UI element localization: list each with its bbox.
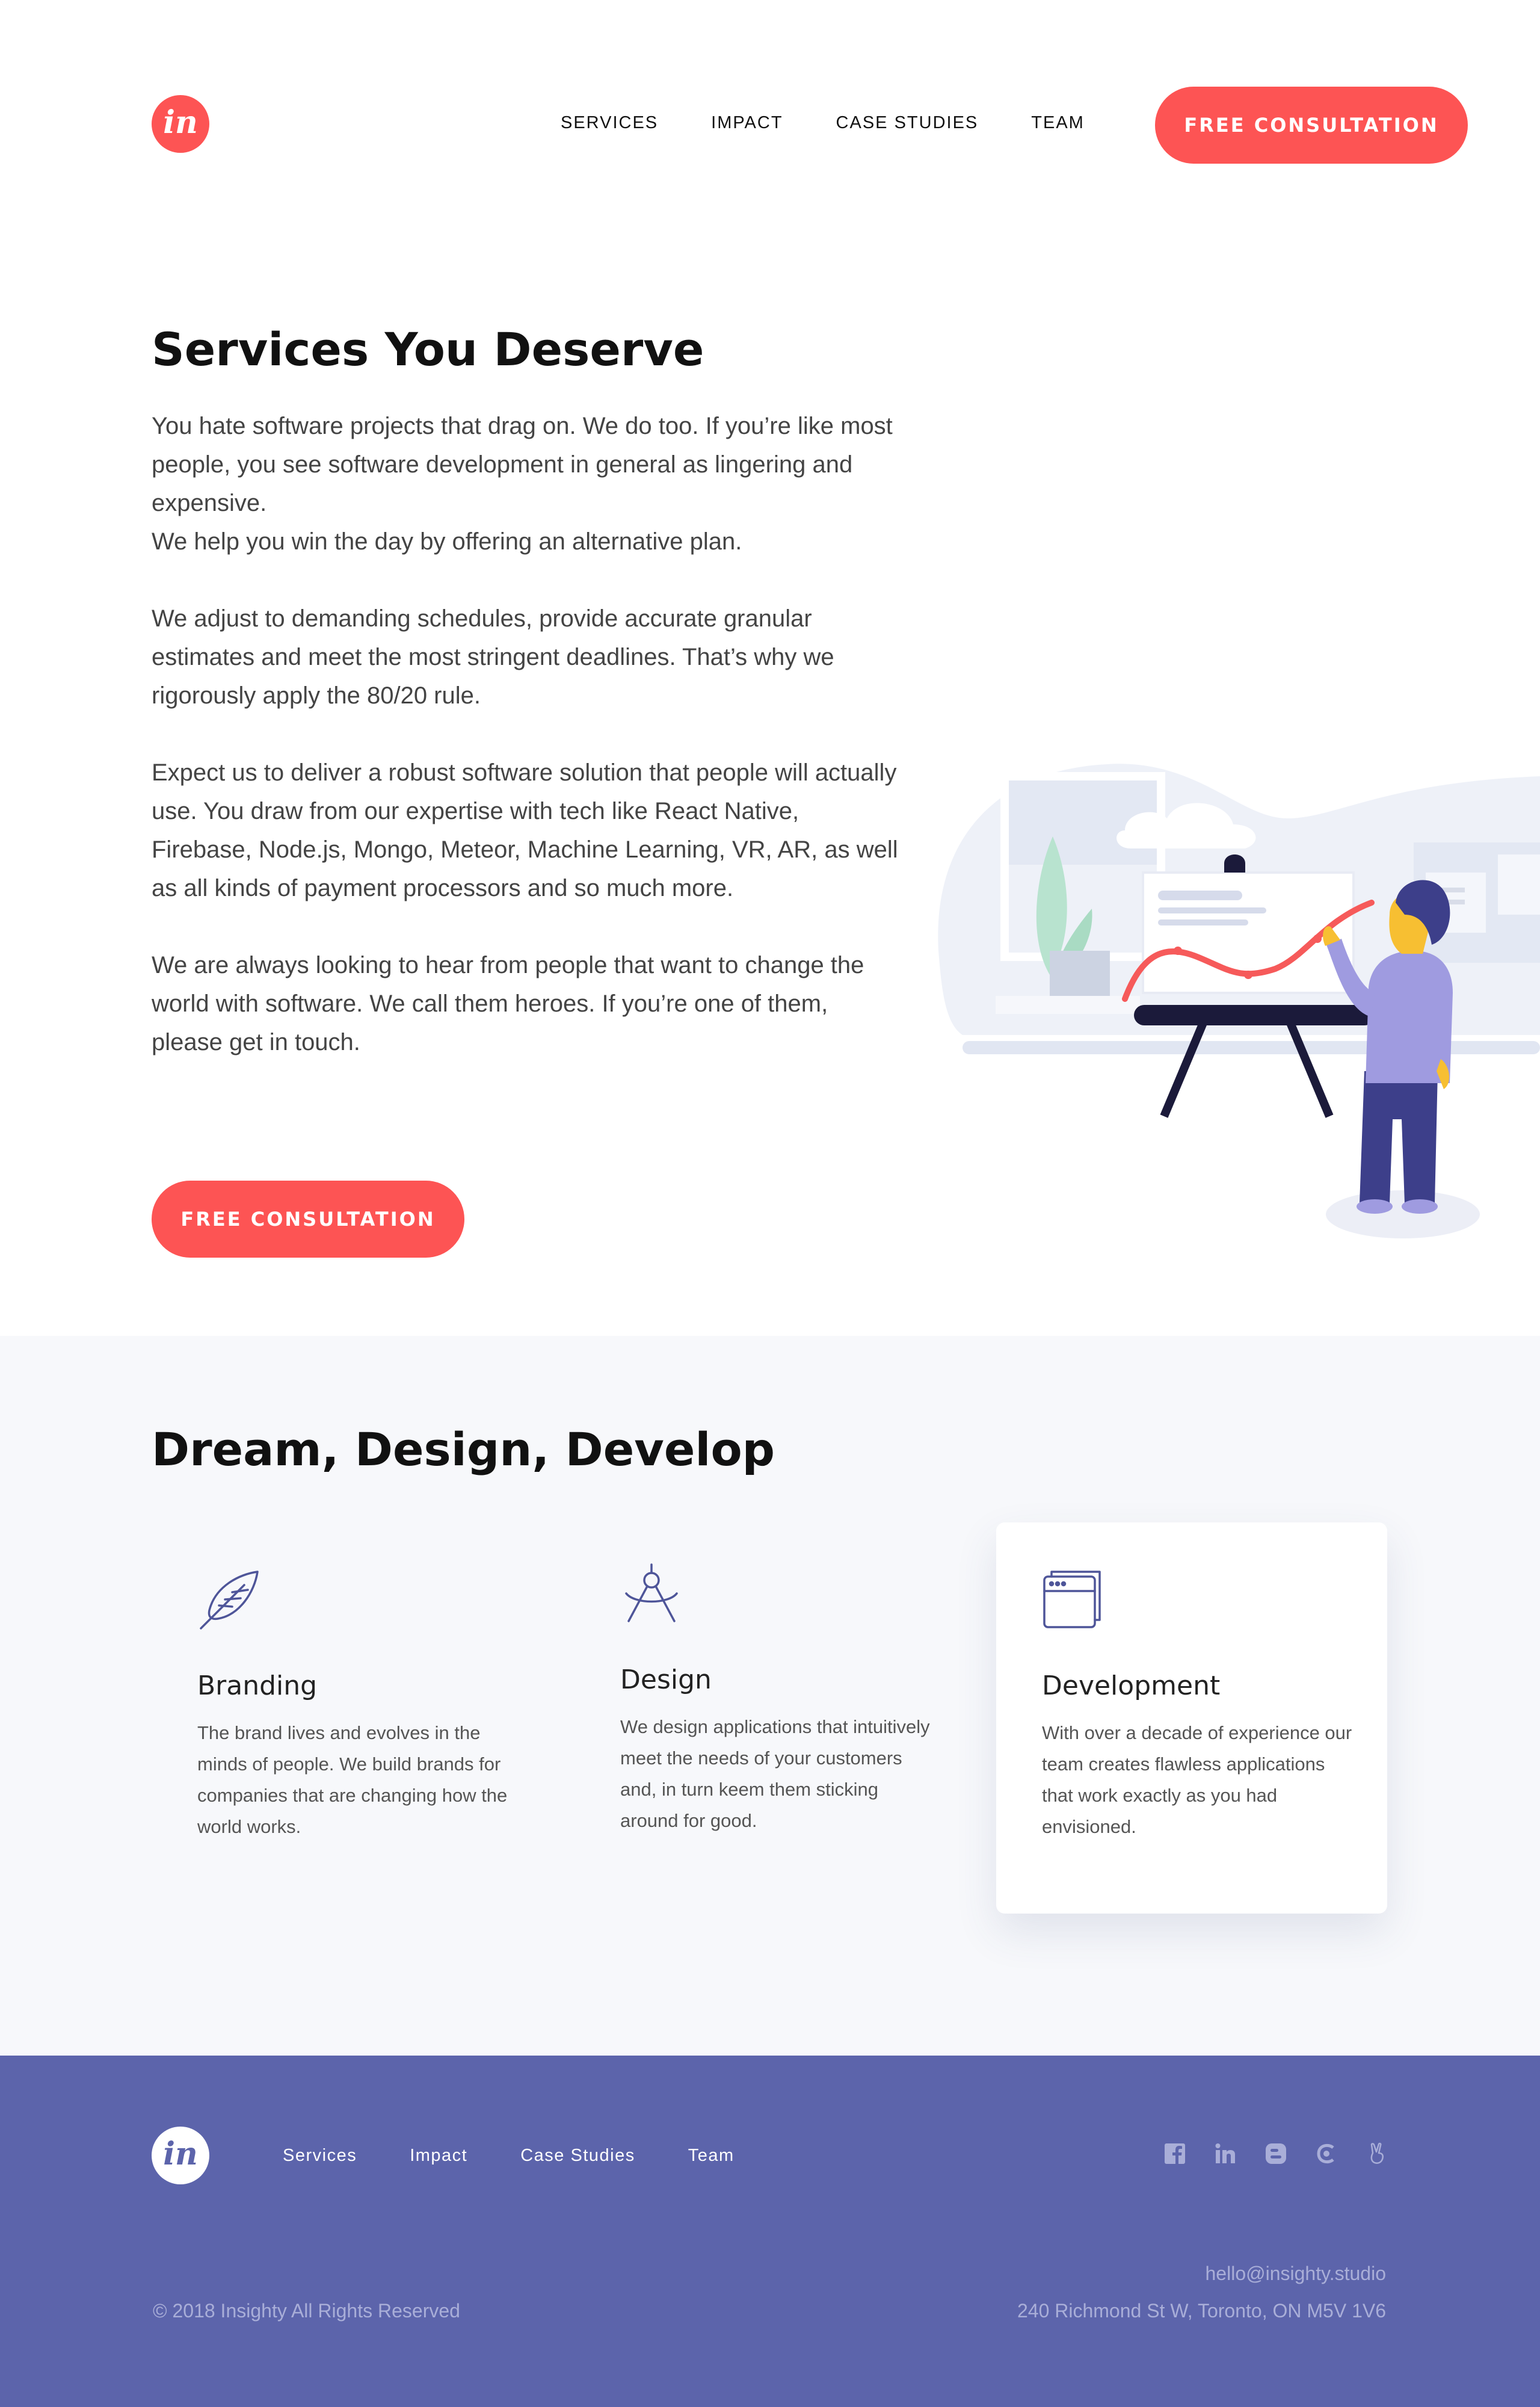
insighty-logo[interactable]: in: [152, 95, 209, 153]
service-card-design[interactable]: Design We design applications that intui…: [574, 1516, 966, 1908]
trend-point: [1244, 971, 1252, 979]
footer-nav: Services Impact Case Studies Team: [283, 2146, 787, 2166]
services-section: Dream, Design, Develop Branding The bran…: [0, 1336, 1540, 2056]
table-top: [1134, 1005, 1375, 1025]
linkedin-icon[interactable]: [1214, 2142, 1237, 2165]
card-text: With over a decade of experience our tea…: [1042, 1722, 1352, 1837]
nav-item-impact[interactable]: IMPACT: [711, 113, 783, 133]
footer-nav-case-studies[interactable]: Case Studies: [520, 2146, 635, 2166]
card-text: The brand lives and evolves in the minds…: [197, 1722, 508, 1837]
hero-paragraph: Expect us to deliver a robust software s…: [152, 759, 898, 901]
table-leg: [1160, 1021, 1207, 1118]
hero-paragraph: You hate software projects that drag on.…: [152, 413, 893, 555]
person-shadow: [1326, 1190, 1480, 1238]
feather-icon: [200, 1571, 259, 1630]
card-text: We design applications that intuitively …: [620, 1716, 930, 1831]
trend-point: [1174, 947, 1182, 955]
person-legs: [1360, 1071, 1438, 1204]
service-card-development[interactable]: Development With over a decade of experi…: [996, 1522, 1387, 1914]
board-line: [1158, 919, 1248, 925]
person-shoe: [1402, 1199, 1438, 1214]
section-title: Dream, Design, Develop: [152, 1423, 775, 1476]
nav-item-services[interactable]: SERVICES: [561, 113, 658, 133]
nav-item-team[interactable]: TEAM: [1031, 113, 1085, 133]
clutch-icon[interactable]: [1315, 2142, 1338, 2165]
service-card-branding[interactable]: Branding The brand lives and evolves in …: [152, 1522, 543, 1914]
site-footer: in Services Impact Case Studies Team hel: [0, 2056, 1540, 2407]
shelf: [996, 996, 1140, 1014]
angellist-icon[interactable]: [1366, 2142, 1388, 2165]
person-shoe: [1357, 1199, 1393, 1214]
social-links: [1163, 2142, 1388, 2165]
facebook-icon[interactable]: [1163, 2142, 1186, 2165]
footer-nav-team[interactable]: Team: [688, 2146, 735, 2166]
logo-text: in: [163, 2136, 198, 2172]
calendar: [1498, 854, 1540, 915]
nav-item-case-studies[interactable]: CASE STUDIES: [836, 113, 979, 133]
footer-nav-impact[interactable]: Impact: [410, 2146, 467, 2166]
footer-copyright: © 2018 Insighty All Rights Reserved: [153, 2300, 460, 2322]
hero-free-consultation-button[interactable]: FREE CONSULTATION: [152, 1181, 464, 1258]
card-title: Design: [620, 1664, 712, 1695]
card-title: Development: [1042, 1670, 1221, 1701]
hero-paragraph: We adjust to demanding schedules, provid…: [152, 605, 834, 709]
browser-window-icon: [1043, 1571, 1101, 1628]
board-clip: [1224, 854, 1245, 873]
footer-nav-services[interactable]: Services: [283, 2146, 357, 2166]
board-line: [1158, 891, 1242, 900]
blogger-icon[interactable]: [1264, 2142, 1287, 2165]
card-title: Branding: [197, 1670, 318, 1701]
logo-text: in: [163, 104, 198, 141]
shelf-line: [962, 1041, 1540, 1054]
hero-body: You hate software projects that drag on.…: [152, 407, 904, 1100]
trend-point: [1313, 935, 1322, 943]
footer-address: 240 Richmond St W, Toronto, ON M5V 1V6: [1017, 2300, 1386, 2322]
footer-email-link[interactable]: hello@insighty.studio: [1206, 2263, 1387, 2285]
plant-pot: [1050, 951, 1110, 999]
compass-icon: [625, 1563, 678, 1622]
footer-logo[interactable]: in: [152, 2127, 209, 2184]
page-title: Services You Deserve: [152, 323, 704, 376]
main-nav: SERVICES IMPACT CASE STUDIES TEAM: [561, 113, 1138, 133]
hero-paragraph: We are always looking to hear from peopl…: [152, 952, 864, 1055]
table-leg: [1286, 1021, 1334, 1118]
board-line: [1158, 907, 1266, 913]
site-header: in SERVICES IMPACT CASE STUDIES TEAM FRE…: [0, 0, 1540, 253]
free-consultation-button[interactable]: FREE CONSULTATION: [1155, 87, 1468, 164]
presenter-chart-illustration: [938, 764, 1540, 1238]
